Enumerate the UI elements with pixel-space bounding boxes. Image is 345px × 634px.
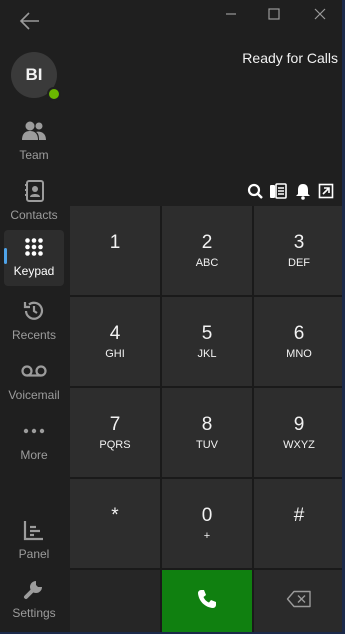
panel-chart-icon — [21, 517, 47, 543]
people-icon — [21, 118, 47, 144]
sidebar-item-more[interactable]: More — [4, 414, 64, 470]
key-letters: TUV — [196, 438, 218, 451]
sidebar-item-keypad[interactable]: Keypad — [4, 230, 64, 286]
call-button[interactable] — [162, 570, 252, 632]
status-text: Ready for Calls — [242, 50, 338, 66]
sidebar-item-settings[interactable]: Settings — [4, 572, 64, 628]
key-1[interactable]: 1 — [70, 206, 160, 295]
key-letters: + — [203, 529, 211, 542]
key-7[interactable]: 7 PQRS — [70, 388, 160, 477]
minimize-icon[interactable] — [216, 4, 246, 24]
avatar-initials: BI — [25, 65, 43, 84]
key-letters: DEF — [288, 256, 310, 269]
key-digit: 5 — [201, 322, 213, 344]
sidebar-item-label: Keypad — [13, 264, 55, 278]
key-digit: 8 — [201, 413, 213, 435]
sidebar-item-label: Recents — [11, 328, 57, 342]
sidebar-item-contacts[interactable]: Contacts — [4, 174, 64, 230]
sidebar-item-label: More — [20, 448, 48, 462]
key-letters: JKL — [197, 347, 217, 360]
sidebar-item-label: Team — [19, 148, 49, 162]
key-letters: GHI — [105, 347, 125, 360]
key-digit: 0 — [201, 504, 213, 526]
key-hash[interactable]: # — [254, 479, 342, 568]
presence-indicator — [47, 87, 61, 101]
key-digit: 9 — [293, 413, 305, 435]
phone-icon — [196, 588, 218, 615]
key-letters: MNO — [286, 347, 312, 360]
keypad: 1 2 ABC 3 DEF 4 GHI 5 JKL 6 MNO 7 PQRS 8 — [70, 206, 342, 632]
key-5[interactable]: 5 JKL — [162, 297, 252, 386]
backspace-icon — [286, 590, 312, 613]
key-digit: 1 — [109, 231, 121, 253]
key-digit: 2 — [201, 231, 213, 253]
key-4[interactable]: 4 GHI — [70, 297, 160, 386]
sidebar-item-panel[interactable]: Panel — [4, 513, 64, 569]
sidebar-item-label: Settings — [12, 606, 56, 620]
sidebar-item-label: Voicemail — [8, 388, 60, 402]
close-icon[interactable] — [305, 4, 335, 24]
ellipsis-icon — [21, 418, 47, 444]
contacts-book-icon — [21, 178, 47, 204]
search-icon[interactable] — [246, 182, 264, 200]
key-digit: * — [111, 504, 119, 526]
phone-directory-icon[interactable] — [269, 182, 287, 200]
key-letters: PQRS — [99, 438, 131, 451]
key-2[interactable]: 2 ABC — [162, 206, 252, 295]
back-arrow-icon[interactable] — [18, 10, 42, 32]
sidebar-item-team[interactable]: Team — [4, 114, 64, 170]
wrench-icon — [21, 576, 47, 602]
dialer-window: BI Team Contacts Keypad Recents Voicemai… — [0, 0, 342, 632]
key-digit: 7 — [109, 413, 121, 435]
backspace-button[interactable] — [254, 570, 342, 632]
dialpad-icon — [21, 234, 47, 260]
sidebar-item-label: Contacts — [10, 208, 58, 222]
popout-icon[interactable] — [317, 182, 335, 200]
key-letters: ABC — [195, 256, 219, 269]
sidebar-item-label: Panel — [18, 547, 50, 561]
sidebar-item-voicemail[interactable]: Voicemail — [4, 354, 64, 410]
key-6[interactable]: 6 MNO — [254, 297, 342, 386]
maximize-icon[interactable] — [259, 4, 289, 24]
bell-icon[interactable] — [294, 182, 312, 200]
key-star[interactable]: * — [70, 479, 160, 568]
empty-cell — [70, 570, 160, 632]
sidebar-item-recents[interactable]: Recents — [4, 294, 64, 350]
key-0[interactable]: 0 + — [162, 479, 252, 568]
key-digit: 3 — [293, 231, 305, 253]
sidebar: BI Team Contacts Keypad Recents Voicemai… — [0, 0, 68, 632]
key-3[interactable]: 3 DEF — [254, 206, 342, 295]
key-8[interactable]: 8 TUV — [162, 388, 252, 477]
active-indicator — [4, 248, 7, 264]
voicemail-icon — [21, 358, 47, 384]
key-9[interactable]: 9 WXYZ — [254, 388, 342, 477]
key-digit: # — [293, 504, 305, 526]
key-digit: 4 — [109, 322, 121, 344]
history-icon — [21, 298, 47, 324]
key-digit: 6 — [293, 322, 305, 344]
key-letters: WXYZ — [283, 438, 315, 451]
